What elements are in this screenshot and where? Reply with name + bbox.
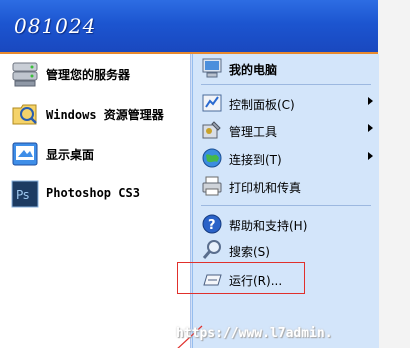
server-icon <box>10 59 40 89</box>
places-panel: 我的电脑 控制面板(C) 管理工具 连接到(T) 打印机和传真 ? 帮助和支持(… <box>192 54 379 348</box>
submenu-arrow-icon <box>368 124 373 132</box>
menu-item-manage-server[interactable]: 管理您的服务器 <box>4 56 188 92</box>
separator <box>201 84 371 85</box>
pinned-programs-panel: 管理您的服务器 Windows 资源管理器 显示桌面 Ps Photoshop … <box>0 54 190 348</box>
svg-text:?: ? <box>208 218 216 233</box>
explorer-folder-icon <box>10 99 40 129</box>
user-name-title: 081024 <box>14 14 97 38</box>
background-margin <box>378 0 410 348</box>
printer-fax-icon <box>201 175 223 197</box>
photoshop-icon: Ps <box>10 179 40 209</box>
menu-item-search[interactable]: 搜索(S) <box>199 238 375 262</box>
menu-item-control-panel[interactable]: 控制面板(C) <box>199 91 375 115</box>
menu-item-connect-to[interactable]: 连接到(T) <box>199 146 375 170</box>
menu-item-label: 管理您的服务器 <box>46 68 131 82</box>
connect-to-globe-icon <box>201 147 223 169</box>
menu-item-label: 连接到(T) <box>229 153 282 167</box>
start-menu-header: 081024 <box>0 0 378 54</box>
submenu-arrow-icon <box>368 97 373 105</box>
control-panel-icon <box>201 92 223 114</box>
menu-item-help-support[interactable]: ? 帮助和支持(H) <box>199 212 375 236</box>
admin-tools-icon <box>201 119 223 141</box>
menu-item-label: 控制面板(C) <box>229 98 295 112</box>
start-menu: 081024 管理您的服务器 Windows 资源管理器 显示桌面 Ps Pho… <box>0 0 410 348</box>
menu-item-label: 管理工具 <box>229 125 278 139</box>
menu-item-label: 我的电脑 <box>229 63 278 77</box>
menu-item-show-desktop[interactable]: 显示桌面 <box>4 136 188 172</box>
menu-item-windows-explorer[interactable]: Windows 资源管理器 <box>4 96 188 132</box>
show-desktop-icon <box>10 139 40 169</box>
menu-item-label: 帮助和支持(H) <box>229 219 308 233</box>
menu-item-label: 搜索(S) <box>229 245 270 259</box>
menu-item-my-computer[interactable]: 我的电脑 <box>199 56 375 80</box>
svg-text:Ps: Ps <box>16 188 29 202</box>
menu-item-printers-faxes[interactable]: 打印机和传真 <box>199 174 375 198</box>
menu-item-admin-tools[interactable]: 管理工具 <box>199 118 375 142</box>
menu-item-photoshop[interactable]: Ps Photoshop CS3 <box>4 176 188 212</box>
submenu-arrow-icon <box>368 152 373 160</box>
menu-item-label: Windows 资源管理器 <box>46 108 164 122</box>
menu-item-label: 打印机和传真 <box>229 181 302 195</box>
my-computer-icon <box>201 57 223 79</box>
separator <box>201 205 371 206</box>
search-icon <box>201 239 223 261</box>
menu-item-label: 显示桌面 <box>46 148 95 162</box>
menu-item-label: Photoshop CS3 <box>46 186 140 200</box>
highlight-box <box>177 262 305 294</box>
watermark-text: https://www.l7admin. <box>176 326 333 341</box>
help-support-icon: ? <box>201 213 223 235</box>
